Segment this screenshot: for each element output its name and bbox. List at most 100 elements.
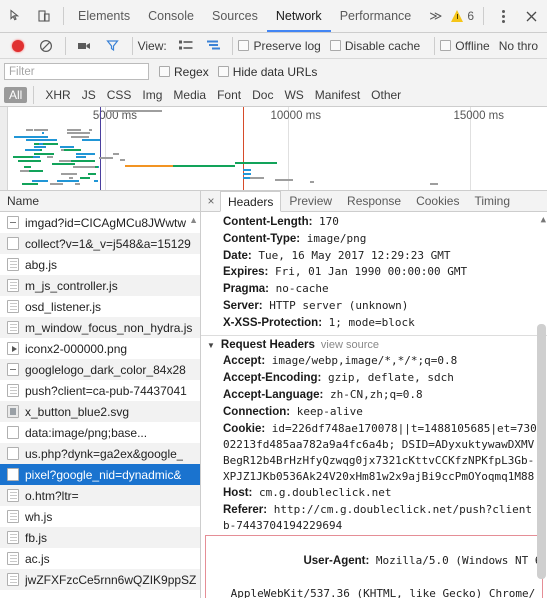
overview-bar [173,165,235,167]
request-row-selected[interactable]: pixel?google_nid=dynadmic& [0,464,200,485]
response-header-key: Content-Type: [223,232,301,245]
record-button[interactable] [4,33,32,59]
host-referer-lines: Host: cm.g.doubleclick.net Referer: http:… [201,485,547,519]
type-filter-other[interactable]: Other [366,87,406,103]
headers-content[interactable]: ▲ Content-Length: 170 Content-Type: image… [201,212,547,598]
warning-count-badge[interactable]: 6 [451,9,478,23]
headers-scrollbar-thumb[interactable] [537,324,546,579]
request-header-row: Host: cm.g.doubleclick.net [201,485,547,502]
network-timeline-overview[interactable]: 5000 ms 10000 ms 15000 ms [0,107,547,191]
response-header-row: Content-Length: 170 [201,214,547,231]
request-row[interactable]: o.htm?ltr= [0,485,200,506]
request-row[interactable]: osd_listener.js [0,296,200,317]
request-row[interactable]: m_js_controller.js [0,275,200,296]
overview-bar [33,146,46,148]
request-row[interactable]: googlelogo_dark_color_84x28 [0,359,200,380]
request-row[interactable]: jwZFXFzcCe5rnn6wQZIK9ppSZ [0,569,200,590]
overview-bar [80,176,90,179]
request-row[interactable]: push?client=ca-pub-74437041 [0,380,200,401]
overview-bar [430,183,438,185]
preserve-log-checkbox[interactable]: Preserve log [238,39,321,53]
waterfall-view-icon[interactable] [200,33,228,59]
tab-preview[interactable]: Preview [282,191,339,211]
type-filter-ws[interactable]: WS [279,87,308,103]
tab-headers[interactable]: Headers [220,190,282,212]
request-row[interactable]: collect?v=1&_v=j548&a=15129 [0,233,200,254]
user-agent-line-2: AppleWebKit/537.36 (KHTML, like Gecko) C… [224,586,536,598]
request-header-value: id=226df748ae170078||t=1488105685|et=730 [265,421,537,435]
cookie-continuation-line: 02213fd485aa782a9a4fc6a4b; DSID=ADyxukty… [223,438,535,452]
column-header-name[interactable]: Name [0,191,200,212]
collapse-triangle-icon[interactable]: ▼ [207,338,215,354]
request-row[interactable]: wh.js [0,506,200,527]
disable-cache-checkbox[interactable]: Disable cache [329,39,420,53]
overview-bar [67,129,81,131]
overview-bar [33,156,41,159]
list-view-icon[interactable] [172,33,200,59]
type-filter-manifest[interactable]: Manifest [310,87,365,103]
filter-funnel-icon[interactable] [99,33,127,59]
request-row[interactable]: us.php?dynk=ga2ex&google_ [0,443,200,464]
offline-checkbox[interactable]: Offline [440,39,490,53]
type-filter-js[interactable]: JS [77,87,101,103]
request-row[interactable]: imgad?id=CICAgMCu8JWwtw [0,212,200,233]
tab-elements[interactable]: Elements [69,0,139,32]
response-header-row: Date: Tue, 16 May 2017 12:29:23 GMT [201,248,547,265]
close-icon[interactable] [517,3,545,29]
request-row[interactable]: fb.js [0,527,200,548]
overview-left-edge [0,107,8,190]
more-tabs-button[interactable]: ≫ [420,0,451,32]
request-row[interactable]: data:image/png;base... [0,422,200,443]
hide-data-urls-checkbox[interactable]: Hide data URLs [217,65,317,79]
headers-scrollbar[interactable] [537,214,546,596]
type-filter-xhr[interactable]: XHR [40,87,75,103]
regex-checkbox[interactable]: Regex [159,65,209,79]
type-filter-font[interactable]: Font [212,87,246,103]
response-header-value: 170 [312,215,339,228]
request-header-value: keep-alive [290,404,363,418]
referer-continuation: b-7443704194229694 [223,519,343,533]
request-row[interactable]: iconx2-000000.png [0,338,200,359]
tab-network[interactable]: Network [266,0,331,32]
kebab-menu-icon[interactable] [489,3,517,29]
overview-bar [43,142,58,145]
overview-bar [33,152,55,155]
overview-bar [22,183,38,186]
inspect-element-icon[interactable] [2,3,30,29]
search-input[interactable] [4,63,149,80]
throttling-select[interactable]: No thro [499,39,538,53]
close-detail-icon[interactable]: × [203,194,219,208]
request-header-value: http://cm.g.doubleclick.net/push?client [267,502,533,516]
tab-response[interactable]: Response [340,191,408,211]
toggle-device-toolbar-icon[interactable] [30,3,58,29]
request-row[interactable]: ac.js [0,548,200,569]
camera-icon[interactable] [71,33,99,59]
request-name: pixel?google_nid=dynadmic& [25,467,182,482]
tab-timing[interactable]: Timing [467,191,517,211]
file-type-icon [7,573,19,586]
tab-performance[interactable]: Performance [331,0,421,32]
request-row[interactable]: m_window_focus_non_hydra.js [0,317,200,338]
user-agent-key: User-Agent: [303,554,370,567]
file-type-icon [7,216,19,229]
cookie-continuation-line: XPJZ1JKb0536Ak24V20xHm81w2x9ajBi9ccPmOYo… [223,469,535,483]
type-filter-doc[interactable]: Doc [247,87,278,103]
tab-sources[interactable]: Sources [203,0,267,32]
list-scroll-up-arrow[interactable]: ▲ [189,215,198,225]
response-header-row: X-XSS-Protection: 1; mode=block [201,315,547,332]
tab-cookies[interactable]: Cookies [409,191,466,211]
type-filter-all[interactable]: All [4,87,28,103]
overview-bar [67,132,90,135]
request-row[interactable]: x_button_blue2.svg [0,401,200,422]
request-header-key: Connection: [223,405,291,418]
type-filter-img[interactable]: Img [137,87,167,103]
type-filter-css[interactable]: CSS [102,87,137,103]
request-headers-section-title[interactable]: ▼ Request Headers view source [201,338,547,354]
request-row[interactable]: abg.js [0,254,200,275]
view-source-link[interactable]: view source [321,338,379,354]
type-filter-media[interactable]: Media [168,87,211,103]
tab-console[interactable]: Console [139,0,203,32]
clear-icon[interactable] [32,33,60,59]
overview-bar [275,179,293,181]
request-list[interactable]: ▲ imgad?id=CICAgMCu8JWwtw collect?v=1&_v=… [0,212,200,598]
